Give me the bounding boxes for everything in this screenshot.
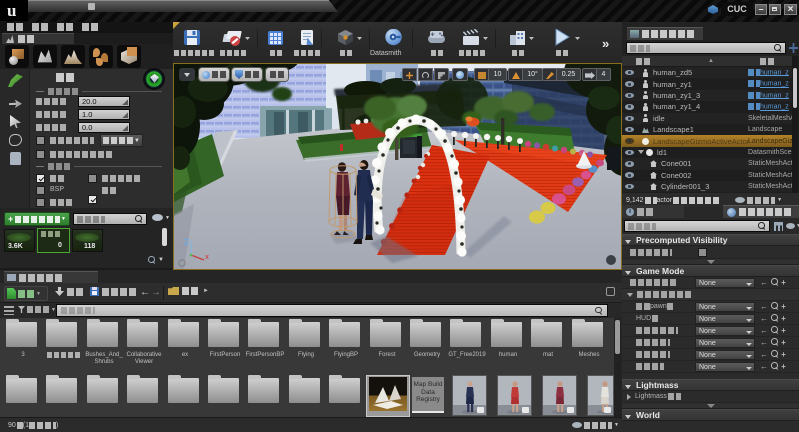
svg-text:x: x — [205, 254, 209, 261]
svg-text:Z: Z — [184, 238, 189, 247]
